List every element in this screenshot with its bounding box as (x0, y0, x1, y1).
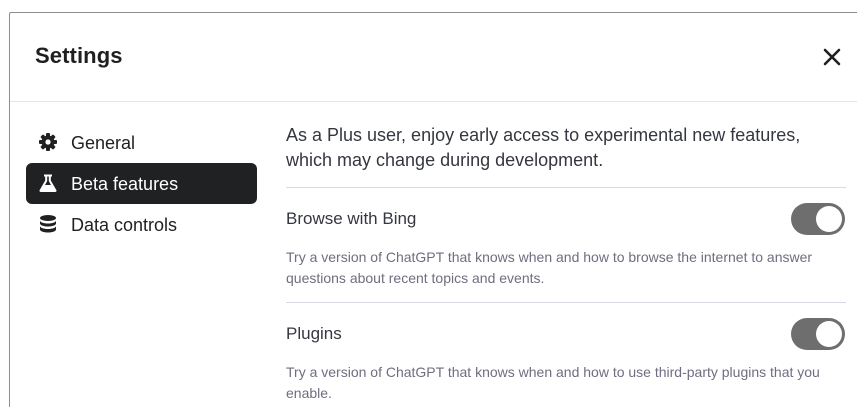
toggle-knob (816, 321, 842, 347)
dialog-title: Settings (35, 43, 123, 68)
settings-sidebar: General Beta features Data controls (26, 122, 257, 245)
feature-description: Try a version of ChatGPT that knows when… (286, 249, 813, 286)
feature-title: Browse with Bing (286, 209, 417, 228)
gear-icon (39, 133, 57, 151)
database-icon (40, 215, 56, 233)
sidebar-item-general[interactable]: General (26, 122, 257, 163)
close-icon (823, 48, 841, 66)
feature-browse-with-bing: Browse with Bing Try a version of ChatGP… (286, 188, 846, 303)
close-button[interactable] (818, 43, 846, 71)
sidebar-item-label: General (71, 133, 136, 153)
feature-title: Plugins (286, 324, 342, 343)
feature-description: Try a version of ChatGPT that knows when… (286, 364, 820, 401)
sidebar-item-label: Data controls (71, 215, 178, 235)
settings-dialog: Settings General Beta features Data cont… (9, 12, 857, 407)
browse-with-bing-toggle[interactable] (791, 203, 845, 235)
sidebar-item-beta-features[interactable]: Beta features (26, 163, 257, 204)
sidebar-item-label: Beta features (71, 174, 179, 194)
plugins-toggle[interactable] (791, 318, 845, 350)
flask-icon (39, 174, 57, 192)
beta-features-panel: As a Plus user, enjoy early access to ex… (286, 123, 846, 407)
toggle-knob (816, 206, 842, 232)
intro-text: As a Plus user, enjoy early access to ex… (286, 123, 846, 188)
feature-plugins: Plugins Try a version of ChatGPT that kn… (286, 303, 846, 407)
dialog-header: Settings (10, 13, 857, 102)
sidebar-item-data-controls[interactable]: Data controls (26, 204, 257, 245)
